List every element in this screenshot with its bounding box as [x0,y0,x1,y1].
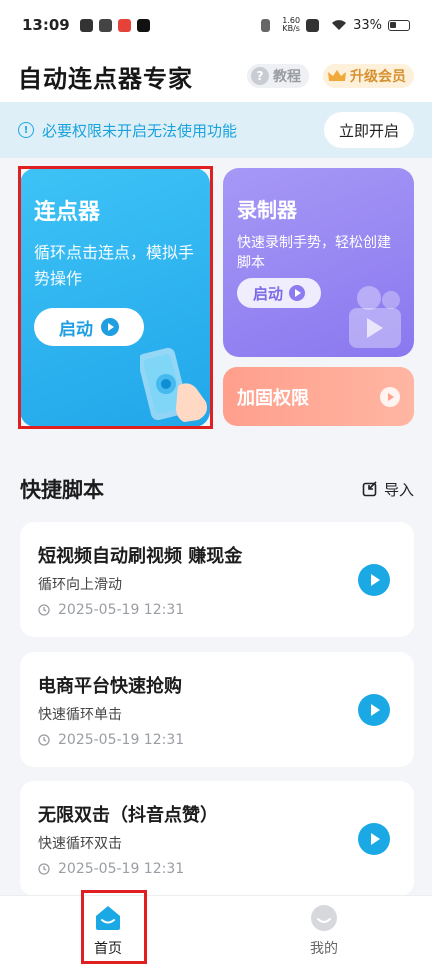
wifi-icon [332,20,347,30]
recorder-start-button[interactable]: 启动 [237,278,321,308]
play-icon [101,318,119,336]
info-icon: ! [18,122,34,138]
import-icon [362,481,377,497]
battery-icon [388,19,410,31]
script-time-row: 2025-05-19 12:31 [38,602,396,618]
bottom-nav: 首页 我的 [0,895,432,964]
app-header: 自动连点器专家 ? 教程 升级会员 [0,50,432,102]
nav-home-label: 首页 [94,941,122,957]
nav-mine[interactable]: 我的 [284,904,364,958]
phone-tap-icon [140,347,207,422]
run-script-button[interactable] [358,694,390,726]
status-time: 13:09 [22,16,70,34]
app-title: 自动连点器专家 [18,64,193,93]
question-icon: ? [251,67,269,85]
import-button[interactable]: 导入 [362,479,414,500]
status-bar: 13:09 1.60 KB/s 33% [0,0,432,50]
nav-mine-label: 我的 [310,941,338,957]
home-icon [96,906,120,930]
script-name: 电商平台快速抢购 [38,676,182,697]
recorder-start-label: 启动 [252,284,283,303]
script-mode: 循环向上滑动 [38,577,122,593]
battery-percent: 33% [353,17,382,33]
no-sim-icon [306,18,320,32]
clock-icon [38,863,50,875]
enable-now-button[interactable]: 立即开启 [323,112,414,148]
arrow-right-icon [380,386,400,407]
script-card[interactable]: 无限双击（抖音点赞） 快速循环双击 2025-05-19 12:31 [20,781,414,896]
vibrate-icon [261,18,271,32]
recorder-title: 录制器 [237,198,297,222]
crown-icon [328,70,346,81]
camera-icon [349,286,401,348]
profile-icon [311,905,337,931]
permission-message: 必要权限未开启无法使用功能 [42,121,238,140]
script-name: 无限双击（抖音点赞） [38,805,218,826]
clicker-start-label: 启动 [59,319,93,340]
run-script-button[interactable] [358,564,390,596]
tutorial-label: 教程 [273,69,301,85]
clicker-start-button[interactable]: 启动 [34,308,144,346]
net-speed: 1.60 KB/s [282,16,301,33]
clock-icon [38,604,50,616]
quick-scripts-title: 快捷脚本 [20,478,104,502]
play-icon [289,285,305,301]
import-label: 导入 [383,480,414,499]
harden-title: 加固权限 [237,387,309,409]
clock-icon [38,734,50,746]
clicker-card[interactable]: 连点器 循环点击连点，模拟手势操作 启动 [20,168,210,427]
harden-permission-card[interactable]: 加固权限 [223,367,414,426]
script-mode: 快速循环单击 [38,707,122,723]
clicker-title: 连点器 [34,200,101,225]
script-time-row: 2025-05-19 12:31 [38,732,396,748]
clicker-description: 循环点击连点，模拟手势操作 [34,243,195,288]
script-card[interactable]: 短视频自动刷视频 赚现金 循环向上滑动 2025-05-19 12:31 [20,522,414,637]
recorder-card[interactable]: 录制器 快速录制手势，轻松创建脚本 启动 [223,168,414,357]
quick-scripts-header: 快捷脚本 导入 [20,472,414,506]
shopping-app-icon [117,18,131,32]
script-mode: 快速循环双击 [38,836,122,852]
upgrade-vip-button[interactable]: 升级会员 [323,64,414,88]
permission-banner: ! 必要权限未开启无法使用功能 立即开启 [0,102,432,158]
script-card[interactable]: 电商平台快速抢购 快速循环单击 2025-05-19 12:31 [20,652,414,767]
recorder-description: 快速录制手势，轻松创建脚本 [237,235,391,271]
nav-home[interactable]: 首页 [68,904,148,958]
notification-icon [79,18,93,32]
script-time: 2025-05-19 12:31 [58,602,185,618]
vip-label: 升级会员 [350,69,406,85]
script-time-row: 2025-05-19 12:31 [38,861,396,877]
tutorial-button[interactable]: ? 教程 [247,64,309,88]
script-name: 短视频自动刷视频 赚现金 [38,546,243,567]
mail-icon [98,18,112,32]
script-time: 2025-05-19 12:31 [58,861,185,877]
script-time: 2025-05-19 12:31 [58,732,185,748]
run-script-button[interactable] [358,823,390,855]
tiktok-icon [136,18,150,32]
